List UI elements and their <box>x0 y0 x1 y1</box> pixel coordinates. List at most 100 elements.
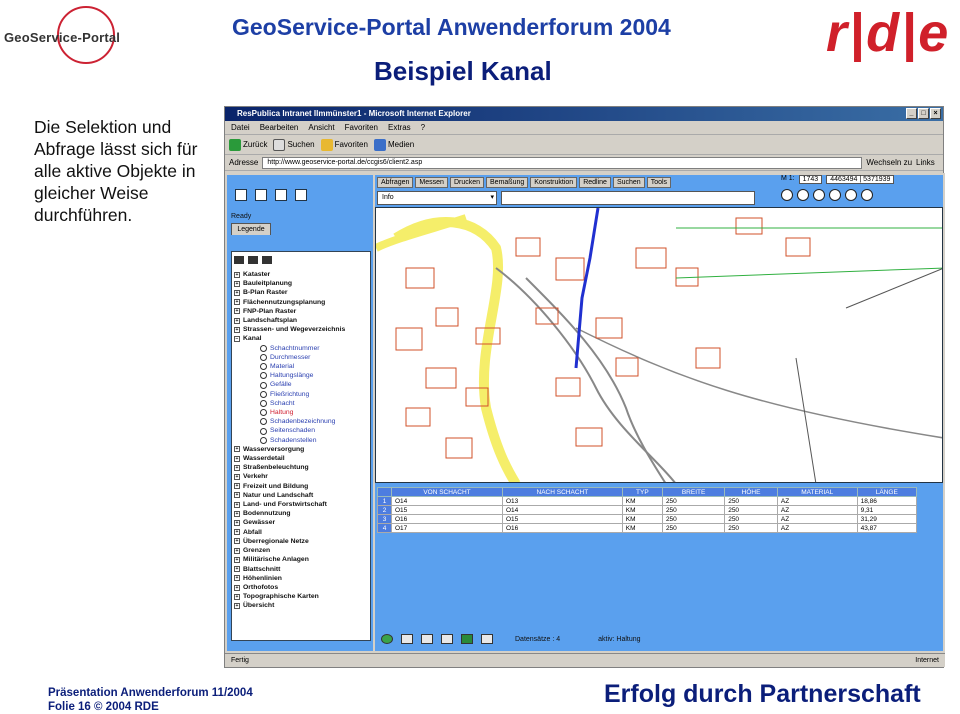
full-extent-icon[interactable] <box>829 189 841 201</box>
clear-icon[interactable] <box>441 634 453 644</box>
layer-item[interactable]: + Übersicht <box>234 601 368 610</box>
attribute-table: VON SCHACHT NACH SCHACHT TYP BREITE HÖHE… <box>377 487 918 533</box>
highlight-icon[interactable] <box>421 634 433 644</box>
layer-item[interactable]: + FNP-Plan Raster <box>234 307 368 316</box>
menu-item-datei[interactable]: Datei <box>231 121 250 134</box>
pan-icon[interactable] <box>813 189 825 201</box>
layer-item[interactable]: + B-Plan Raster <box>234 288 368 297</box>
layer-item[interactable]: + Höhenlinien <box>234 574 368 583</box>
layer-item[interactable]: + Überregionale Netze <box>234 537 368 546</box>
back-button[interactable]: Zurück <box>229 138 267 151</box>
layer-item[interactable]: + Wasserversorgung <box>234 445 368 454</box>
table-row[interactable]: 1 O14 O13 KM 250 250 AZ 18,86 <box>377 496 918 506</box>
print-icon[interactable] <box>275 189 287 201</box>
query-select[interactable]: Info <box>377 191 497 205</box>
collapse-all-icon[interactable] <box>248 256 258 264</box>
layer-item[interactable]: + Kataster <box>234 270 368 279</box>
tab-konstruktion[interactable]: Konstruktion <box>530 177 578 188</box>
layer-item[interactable]: + Straßenbeleuchtung <box>234 463 368 472</box>
table-header[interactable]: MATERIAL <box>776 487 858 497</box>
layer-item[interactable]: + Gewässer <box>234 518 368 527</box>
table-row[interactable]: 4 O17 O16 KM 250 250 AZ 43,87 <box>377 523 918 533</box>
sublayer-item[interactable]: Schacht <box>234 399 368 408</box>
map-canvas[interactable] <box>375 207 943 483</box>
menu-item-favoriten[interactable]: Favoriten <box>345 121 378 134</box>
maximize-button[interactable]: □ <box>918 108 929 119</box>
scale-input[interactable]: 1743 <box>798 175 823 184</box>
zoom-out-icon[interactable] <box>797 189 809 201</box>
sublayer-item[interactable]: Gefälle <box>234 380 368 389</box>
query-input[interactable] <box>501 191 755 205</box>
tab-redline[interactable]: Redline <box>579 177 611 188</box>
layer-item[interactable]: + Blattschnitt <box>234 565 368 574</box>
favorites-button[interactable]: Favoriten <box>320 138 368 151</box>
layer-item[interactable]: + Freizeit und Bildung <box>234 482 368 491</box>
layer-item[interactable]: + Flächennutzungsplanung <box>234 298 368 307</box>
layer-item[interactable]: + Bodennutzung <box>234 509 368 518</box>
tab-suchen[interactable]: Suchen <box>612 177 645 188</box>
layer-item[interactable]: + Verkehr <box>234 472 368 481</box>
sublayer-item[interactable]: Haltungslänge <box>234 371 368 380</box>
sublayer-item[interactable]: Schadenstellen <box>234 436 368 445</box>
menu-item-help[interactable]: ? <box>421 121 425 134</box>
result-toolbar: Datensätze : 4 aktiv: Haltung <box>375 627 943 651</box>
map-tools <box>781 189 873 201</box>
tab-drucken[interactable]: Drucken <box>449 177 485 188</box>
menu-item-bearbeiten[interactable]: Bearbeiten <box>260 121 299 134</box>
layer-item[interactable]: + Topographische Karten <box>234 592 368 601</box>
sublayer-item-haltung[interactable]: Haltung <box>234 408 368 417</box>
sublayer-item[interactable]: Fließrichtung <box>234 390 368 399</box>
layer-item-kanal[interactable]: − Kanal <box>234 334 368 343</box>
layer-icon[interactable] <box>235 189 247 201</box>
layer-item[interactable]: + Bauleitplanung <box>234 279 368 288</box>
sublayer-item[interactable]: Seitenschaden <box>234 426 368 435</box>
layer-item[interactable]: + Natur und Landschaft <box>234 491 368 500</box>
menu-item-ansicht[interactable]: Ansicht <box>308 121 334 134</box>
table-header[interactable]: VON SCHACHT <box>391 487 503 497</box>
sublayer-item[interactable]: Durchmesser <box>234 353 368 362</box>
table-header[interactable]: TYP <box>621 487 663 497</box>
table-row[interactable]: 3 O16 O15 KM 250 250 AZ 31,29 <box>377 514 918 524</box>
layer-item[interactable]: + Landschaftsplan <box>234 316 368 325</box>
layer-item[interactable]: + Wasserdetail <box>234 454 368 463</box>
minimize-button[interactable]: _ <box>906 108 917 119</box>
table-header[interactable]: HÖHE <box>724 487 778 497</box>
links-button[interactable]: Links <box>916 158 935 167</box>
select-icon[interactable] <box>861 189 873 201</box>
address-input[interactable]: http://www.geoservice-portal.de/ccgis6/c… <box>262 156 863 169</box>
media-button[interactable]: Medien <box>373 138 414 151</box>
tab-abfragen[interactable]: Abfragen <box>377 177 414 188</box>
go-button[interactable]: Wechseln zu <box>866 158 912 167</box>
zoom-to-icon[interactable] <box>401 634 413 644</box>
print-map-icon[interactable] <box>845 189 857 201</box>
sublayer-item[interactable]: Schadenbezeichnung <box>234 417 368 426</box>
table-header[interactable]: NACH SCHACHT <box>501 487 623 497</box>
footer-slogan: Erfolg durch Partnerschaft <box>604 680 921 708</box>
layer-item[interactable]: + Grenzen <box>234 546 368 555</box>
search-button[interactable]: Suchen <box>273 138 315 151</box>
tab-messen[interactable]: Messen <box>415 177 448 188</box>
table-header[interactable]: BREITE <box>661 487 726 497</box>
tab-legende[interactable]: Legende <box>231 223 271 235</box>
refresh-icon[interactable] <box>262 256 272 264</box>
menu-item-extras[interactable]: Extras <box>388 121 411 134</box>
table-icon[interactable] <box>255 189 267 201</box>
layer-item[interactable]: + Abfall <box>234 528 368 537</box>
sublayer-item[interactable]: Material <box>234 362 368 371</box>
export-excel-icon[interactable] <box>461 634 473 644</box>
close-button[interactable]: × <box>930 108 941 119</box>
help-icon[interactable] <box>295 189 307 201</box>
reload-icon[interactable] <box>381 634 393 644</box>
layer-item[interactable]: + Land- und Forstwirtschaft <box>234 500 368 509</box>
table-row[interactable]: 2 O15 O14 KM 250 250 AZ 9,31 <box>377 505 918 515</box>
zoom-in-icon[interactable] <box>781 189 793 201</box>
layer-item[interactable]: + Strassen- und Wegeverzeichnis <box>234 325 368 334</box>
sublayer-item[interactable]: Schachtnummer <box>234 344 368 353</box>
layer-item[interactable]: + Militärische Anlagen <box>234 555 368 564</box>
tab-bemassung[interactable]: Bemaßung <box>486 177 529 188</box>
table-view-icon[interactable] <box>481 634 493 644</box>
tab-tools[interactable]: Tools <box>646 177 672 188</box>
layer-item[interactable]: + Orthofotos <box>234 583 368 592</box>
table-header[interactable]: LÄNGE <box>856 487 918 497</box>
expand-all-icon[interactable] <box>234 256 244 264</box>
